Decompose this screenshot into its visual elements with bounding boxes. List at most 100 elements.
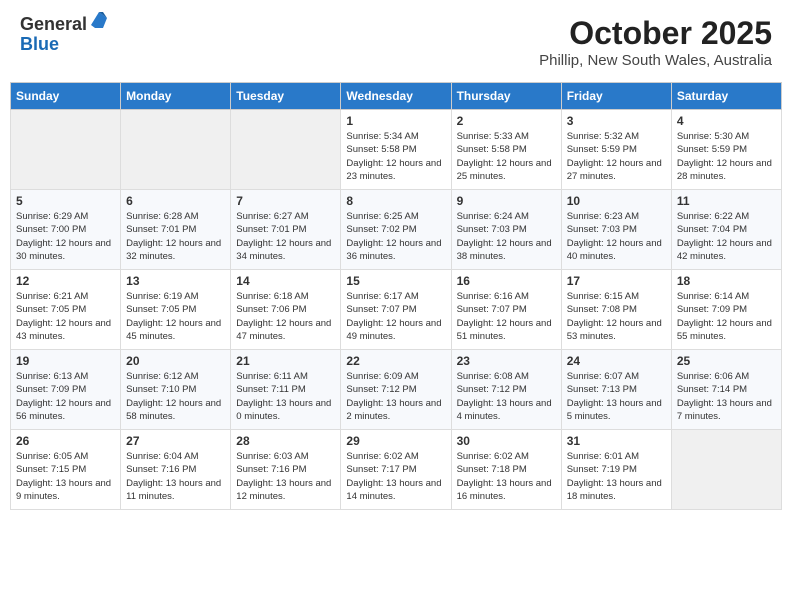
day-info: Sunrise: 6:06 AMSunset: 7:14 PMDaylight:… — [677, 370, 776, 423]
day-info: Sunrise: 6:14 AMSunset: 7:09 PMDaylight:… — [677, 290, 776, 343]
day-info: Sunrise: 5:32 AMSunset: 5:59 PMDaylight:… — [567, 130, 666, 183]
calendar-week-row: 5 Sunrise: 6:29 AMSunset: 7:00 PMDaylight… — [11, 190, 782, 270]
calendar-header-tuesday: Tuesday — [231, 83, 341, 110]
calendar-week-row: 19 Sunrise: 6:13 AMSunset: 7:09 PMDayligh… — [11, 350, 782, 430]
day-info: Sunrise: 6:28 AMSunset: 7:01 PMDaylight:… — [126, 210, 225, 263]
calendar-header-saturday: Saturday — [671, 83, 781, 110]
month-title: October 2025 — [539, 15, 772, 52]
calendar-cell: 31 Sunrise: 6:01 AMSunset: 7:19 PMDayligh… — [561, 430, 671, 510]
calendar-cell: 28Sunrise: 6:03 AMSunset: 7:16 PMDayligh… — [231, 430, 341, 510]
day-number: 27 — [126, 434, 225, 448]
day-info: Sunrise: 6:17 AMSunset: 7:07 PMDaylight:… — [346, 290, 445, 343]
calendar-cell: 16Sunrise: 6:16 AMSunset: 7:07 PMDayligh… — [451, 270, 561, 350]
calendar-cell: 20 Sunrise: 6:12 AMSunset: 7:10 PMDayligh… — [121, 350, 231, 430]
day-number: 6 — [126, 194, 225, 208]
calendar-cell: 27 Sunrise: 6:04 AMSunset: 7:16 PMDayligh… — [121, 430, 231, 510]
day-info: Sunrise: 6:22 AMSunset: 7:04 PMDaylight:… — [677, 210, 776, 263]
day-info: Sunrise: 6:02 AMSunset: 7:18 PMDaylight:… — [457, 450, 556, 503]
calendar-cell: 8 Sunrise: 6:25 AMSunset: 7:02 PMDaylight… — [341, 190, 451, 270]
calendar-header-wednesday: Wednesday — [341, 83, 451, 110]
calendar-cell: 24 Sunrise: 6:07 AMSunset: 7:13 PMDayligh… — [561, 350, 671, 430]
day-info: Sunrise: 6:04 AMSunset: 7:16 PMDaylight:… — [126, 450, 225, 503]
calendar-cell: 18Sunrise: 6:14 AMSunset: 7:09 PMDayligh… — [671, 270, 781, 350]
calendar-cell: 14 Sunrise: 6:18 AMSunset: 7:06 PMDayligh… — [231, 270, 341, 350]
day-number: 9 — [457, 194, 556, 208]
logo-icon — [89, 10, 109, 30]
day-number: 5 — [16, 194, 115, 208]
calendar-cell — [231, 110, 341, 190]
calendar-cell: 11Sunrise: 6:22 AMSunset: 7:04 PMDayligh… — [671, 190, 781, 270]
day-number: 24 — [567, 354, 666, 368]
calendar-cell: 29Sunrise: 6:02 AMSunset: 7:17 PMDayligh… — [341, 430, 451, 510]
day-number: 20 — [126, 354, 225, 368]
calendar-table: SundayMondayTuesdayWednesdayThursdayFrid… — [10, 82, 782, 510]
calendar-header-sunday: Sunday — [11, 83, 121, 110]
calendar-cell: 6 Sunrise: 6:28 AMSunset: 7:01 PMDaylight… — [121, 190, 231, 270]
day-info: Sunrise: 6:27 AMSunset: 7:01 PMDaylight:… — [236, 210, 335, 263]
day-number: 8 — [346, 194, 445, 208]
calendar-cell: 30 Sunrise: 6:02 AMSunset: 7:18 PMDayligh… — [451, 430, 561, 510]
day-number: 25 — [677, 354, 776, 368]
day-info: Sunrise: 6:11 AMSunset: 7:11 PMDaylight:… — [236, 370, 335, 423]
day-info: Sunrise: 6:25 AMSunset: 7:02 PMDaylight:… — [346, 210, 445, 263]
day-info: Sunrise: 6:12 AMSunset: 7:10 PMDaylight:… — [126, 370, 225, 423]
day-info: Sunrise: 6:05 AMSunset: 7:15 PMDaylight:… — [16, 450, 115, 503]
calendar-header-thursday: Thursday — [451, 83, 561, 110]
calendar-cell: 5 Sunrise: 6:29 AMSunset: 7:00 PMDaylight… — [11, 190, 121, 270]
day-info: Sunrise: 6:01 AMSunset: 7:19 PMDaylight:… — [567, 450, 666, 503]
title-block: October 2025 Phillip, New South Wales, A… — [539, 15, 772, 69]
calendar-cell: 23Sunrise: 6:08 AMSunset: 7:12 PMDayligh… — [451, 350, 561, 430]
calendar-week-row: 1Sunrise: 5:34 AMSunset: 5:58 PMDaylight… — [11, 110, 782, 190]
day-number: 26 — [16, 434, 115, 448]
day-number: 29 — [346, 434, 445, 448]
calendar-cell: 22Sunrise: 6:09 AMSunset: 7:12 PMDayligh… — [341, 350, 451, 430]
calendar-cell: 7 Sunrise: 6:27 AMSunset: 7:01 PMDaylight… — [231, 190, 341, 270]
day-info: Sunrise: 5:30 AMSunset: 5:59 PMDaylight:… — [677, 130, 776, 183]
calendar-cell: 12Sunrise: 6:21 AMSunset: 7:05 PMDayligh… — [11, 270, 121, 350]
day-number: 22 — [346, 354, 445, 368]
day-number: 19 — [16, 354, 115, 368]
calendar-week-row: 12Sunrise: 6:21 AMSunset: 7:05 PMDayligh… — [11, 270, 782, 350]
calendar-cell: 25 Sunrise: 6:06 AMSunset: 7:14 PMDayligh… — [671, 350, 781, 430]
day-info: Sunrise: 6:18 AMSunset: 7:06 PMDaylight:… — [236, 290, 335, 343]
day-number: 30 — [457, 434, 556, 448]
day-info: Sunrise: 6:19 AMSunset: 7:05 PMDaylight:… — [126, 290, 225, 343]
calendar-cell — [671, 430, 781, 510]
day-info: Sunrise: 6:23 AMSunset: 7:03 PMDaylight:… — [567, 210, 666, 263]
location: Phillip, New South Wales, Australia — [539, 52, 772, 69]
day-info: Sunrise: 6:08 AMSunset: 7:12 PMDaylight:… — [457, 370, 556, 423]
day-info: Sunrise: 6:07 AMSunset: 7:13 PMDaylight:… — [567, 370, 666, 423]
day-number: 7 — [236, 194, 335, 208]
calendar-cell — [121, 110, 231, 190]
calendar-cell: 13 Sunrise: 6:19 AMSunset: 7:05 PMDayligh… — [121, 270, 231, 350]
calendar-cell: 19 Sunrise: 6:13 AMSunset: 7:09 PMDayligh… — [11, 350, 121, 430]
day-number: 14 — [236, 274, 335, 288]
logo-general-text: General — [20, 14, 87, 34]
day-number: 3 — [567, 114, 666, 128]
day-info: Sunrise: 5:33 AMSunset: 5:58 PMDaylight:… — [457, 130, 556, 183]
day-info: Sunrise: 6:13 AMSunset: 7:09 PMDaylight:… — [16, 370, 115, 423]
calendar-cell — [11, 110, 121, 190]
day-number: 4 — [677, 114, 776, 128]
day-info: Sunrise: 6:16 AMSunset: 7:07 PMDaylight:… — [457, 290, 556, 343]
calendar-cell: 3 Sunrise: 5:32 AMSunset: 5:59 PMDaylight… — [561, 110, 671, 190]
calendar-cell: 21 Sunrise: 6:11 AMSunset: 7:11 PMDayligh… — [231, 350, 341, 430]
page-header: General Blue October 2025 Phillip, New S… — [10, 10, 782, 74]
calendar-cell: 15 Sunrise: 6:17 AMSunset: 7:07 PMDayligh… — [341, 270, 451, 350]
day-info: Sunrise: 6:29 AMSunset: 7:00 PMDaylight:… — [16, 210, 115, 263]
day-number: 12 — [16, 274, 115, 288]
calendar-cell: 1Sunrise: 5:34 AMSunset: 5:58 PMDaylight… — [341, 110, 451, 190]
day-number: 17 — [567, 274, 666, 288]
day-number: 13 — [126, 274, 225, 288]
calendar-cell: 2 Sunrise: 5:33 AMSunset: 5:58 PMDaylight… — [451, 110, 561, 190]
day-info: Sunrise: 6:15 AMSunset: 7:08 PMDaylight:… — [567, 290, 666, 343]
calendar-cell: 9 Sunrise: 6:24 AMSunset: 7:03 PMDaylight… — [451, 190, 561, 270]
day-number: 15 — [346, 274, 445, 288]
calendar-cell: 17 Sunrise: 6:15 AMSunset: 7:08 PMDayligh… — [561, 270, 671, 350]
day-number: 31 — [567, 434, 666, 448]
day-info: Sunrise: 6:24 AMSunset: 7:03 PMDaylight:… — [457, 210, 556, 263]
day-number: 21 — [236, 354, 335, 368]
calendar-header-monday: Monday — [121, 83, 231, 110]
day-number: 2 — [457, 114, 556, 128]
calendar-header-friday: Friday — [561, 83, 671, 110]
